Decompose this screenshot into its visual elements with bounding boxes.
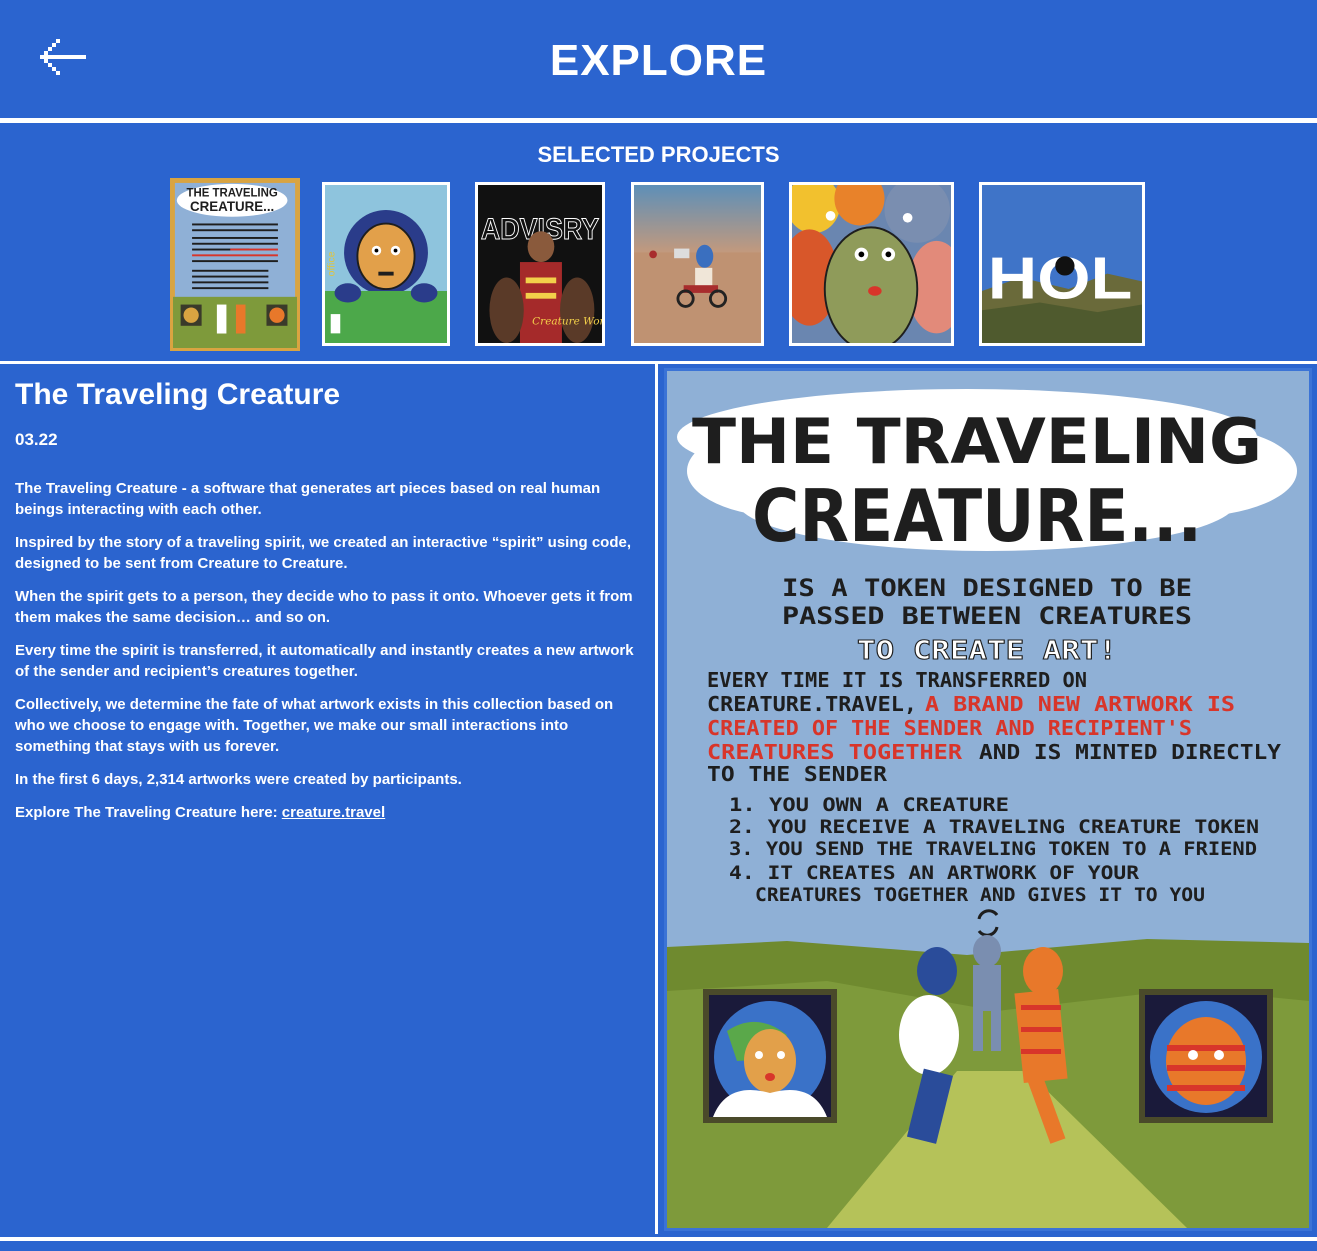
project-thumb-advisory[interactable]: ADVISRY Creature World <box>475 182 605 346</box>
hollywood-letters: HOL <box>988 245 1133 312</box>
poster-body4b: AND IS MINTED DIRECTLY <box>979 740 1281 764</box>
poster-step: 2. YOU RECEIVE A TRAVELING CREATURE TOKE… <box>729 816 1259 838</box>
poster-sub1: IS A TOKEN DESIGNED TO BE <box>782 574 1192 602</box>
office-logo-text: office <box>326 251 338 276</box>
poster-title-line1: THE TRAVELING <box>692 405 1262 478</box>
right-portrait-frame <box>1139 989 1273 1123</box>
description-paragraph: Inspired by the story of a traveling spi… <box>15 534 631 572</box>
footer-divider <box>0 1237 1317 1241</box>
header-divider <box>0 118 1317 123</box>
poster-body5: TO THE SENDER <box>707 762 888 786</box>
poster-step: 3. YOU SEND THE TRAVELING TOKEN TO A FRI… <box>729 838 1257 860</box>
explore-prefix: Explore The Traveling Creature here: <box>15 804 282 821</box>
poster-body3: CREATED OF THE SENDER AND RECIPIENT'S <box>707 716 1192 740</box>
creature-travel-link[interactable]: creature.travel <box>282 804 385 821</box>
left-portrait-frame <box>703 989 837 1123</box>
poster-step4-cont: CREATURES TOGETHER AND GIVES IT TO YOU <box>755 884 1205 906</box>
thumb-title-line2: CREATURE... <box>190 199 274 214</box>
description-paragraph: In the first 6 days, 2,314 artworks were… <box>15 771 462 788</box>
poster-body2a: CREATURE.TRAVEL, <box>707 692 917 716</box>
project-date: 03.22 <box>15 430 58 449</box>
description-paragraph: Every time the spirit is transferred, it… <box>15 642 634 680</box>
project-thumb-traveling-creature[interactable]: THE TRAVELING CREATURE... <box>170 178 300 351</box>
poster-sub3: TO CREATE ART! <box>857 636 1117 666</box>
poster-body4a: CREATURES TOGETHER <box>707 740 963 764</box>
header: EXPLORE <box>0 0 1317 118</box>
project-thumb-desert[interactable] <box>631 182 764 346</box>
creature-world-script: Creature World <box>532 316 602 328</box>
description-paragraph: The Traveling Creature - a software that… <box>15 480 601 518</box>
project-hero-image: THE TRAVELING CREATURE... IS A TOKEN DES… <box>664 368 1312 1231</box>
poster-step: 4. IT CREATES AN ARTWORK OF YOUR <box>729 862 1140 884</box>
project-title: The Traveling Creature <box>15 378 341 411</box>
page-title: EXPLORE <box>549 36 768 85</box>
explore-line: Explore The Traveling Creature here: cre… <box>15 802 640 823</box>
selected-projects-title: SELECTED PROJECTS <box>537 142 780 167</box>
poster-title-line2: CREATURE... <box>752 474 1202 558</box>
project-detail-panel: The Traveling Creature 03.22 The Traveli… <box>0 364 658 1234</box>
poster-body2b: A BRAND NEW ARTWORK IS <box>925 692 1235 716</box>
description-paragraph: Collectively, we determine the fate of w… <box>15 696 614 755</box>
description-paragraph: When the spirit gets to a person, they d… <box>15 588 633 626</box>
poster-step: 1. YOU OWN A CREATURE <box>729 794 1009 816</box>
poster-body1: EVERY TIME IT IS TRANSFERRED ON <box>707 668 1087 692</box>
project-thumb-creature-crowd[interactable] <box>789 182 954 346</box>
poster-sub2: PASSED BETWEEN CREATURES <box>782 602 1192 630</box>
project-thumb-hollywood[interactable]: HOL <box>979 182 1145 346</box>
project-thumb-office[interactable]: office <box>322 182 450 346</box>
thumb-title-line1: THE TRAVELING <box>187 187 278 199</box>
